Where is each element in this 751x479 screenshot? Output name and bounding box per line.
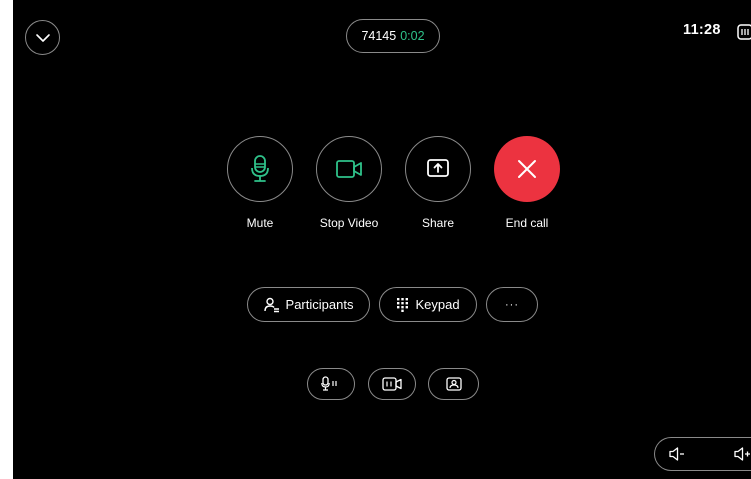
selfview-icon <box>445 377 462 391</box>
microphone-icon <box>250 155 270 183</box>
volume-up-icon[interactable] <box>733 446 751 462</box>
microphone-settings-button[interactable] <box>307 368 355 400</box>
call-screen: 74145 0:02 11:28 Mute Stop Video Share E… <box>13 0 751 479</box>
camera-settings-icon <box>382 377 402 391</box>
volume-control <box>654 437 751 471</box>
layout-icon <box>737 24 751 40</box>
call-duration: 0:02 <box>400 29 425 43</box>
call-info-pill[interactable]: 74145 0:02 <box>346 19 440 53</box>
end-call-button[interactable] <box>494 136 560 202</box>
close-icon <box>517 159 537 179</box>
layout-button[interactable] <box>737 24 751 40</box>
stop-video-button[interactable] <box>316 136 382 202</box>
volume-down-icon[interactable] <box>668 446 686 462</box>
microphone-settings-icon <box>321 376 341 392</box>
camera-settings-button[interactable] <box>368 368 416 400</box>
clock: 11:28 <box>683 22 721 38</box>
participants-icon <box>263 297 280 313</box>
participants-button[interactable]: Participants <box>247 287 370 322</box>
share-icon <box>426 158 450 180</box>
more-icon: ··· <box>505 298 519 311</box>
share-button[interactable] <box>405 136 471 202</box>
call-number: 74145 <box>361 29 397 43</box>
more-button[interactable]: ··· <box>486 287 538 322</box>
stop-video-label: Stop Video <box>319 216 379 230</box>
keypad-icon <box>396 297 409 312</box>
share-label: Share <box>421 216 455 230</box>
end-call-label: End call <box>505 216 549 230</box>
chevron-down-icon <box>35 33 51 43</box>
selfview-button[interactable] <box>428 368 479 400</box>
keypad-button[interactable]: Keypad <box>379 287 477 322</box>
video-camera-icon <box>335 159 363 179</box>
participants-label: Participants <box>285 297 354 312</box>
mute-label: Mute <box>246 216 274 230</box>
collapse-button[interactable] <box>25 20 60 55</box>
keypad-label: Keypad <box>415 297 460 312</box>
mute-button[interactable] <box>227 136 293 202</box>
